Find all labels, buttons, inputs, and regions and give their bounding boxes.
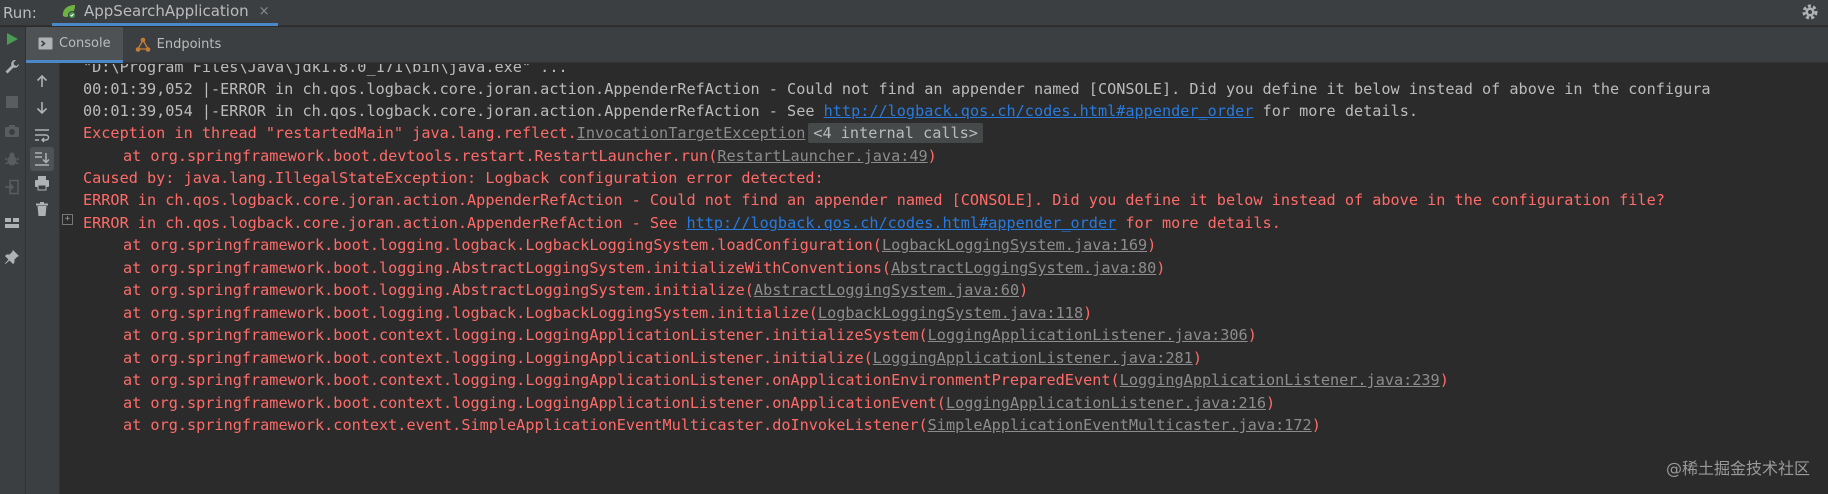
source-link[interactable]: AbstractLoggingSystem.java:60 [754, 281, 1019, 299]
run-tool-window: Run: AppSearchApplication × Console Endp… [0, 0, 1828, 494]
debug-button[interactable] [4, 151, 20, 167]
watermark: @稀土掘金技术社区 [1665, 459, 1810, 478]
tab-endpoints-label: Endpoints [156, 37, 222, 52]
source-link[interactable]: LogbackLoggingSystem.java:118 [818, 304, 1083, 322]
run-tab-appsearchapplication[interactable]: AppSearchApplication × [52, 0, 278, 26]
printer-icon [35, 176, 49, 191]
tab-console[interactable]: Console [26, 26, 123, 63]
stack-frame: at org.springframework.boot.context.logg… [123, 349, 1202, 367]
pin-tab-button[interactable] [4, 249, 20, 265]
exception-class-link[interactable]: InvocationTargetException [577, 124, 806, 142]
edit-configuration-button[interactable] [4, 59, 20, 75]
play-icon [7, 33, 18, 45]
tab-console-label: Console [59, 35, 111, 51]
run-label: Run: [3, 3, 37, 22]
console-icon [38, 37, 53, 49]
soft-wrap-button[interactable] [34, 127, 50, 143]
console-link[interactable]: http://logback.qos.ch/codes.html#appende… [686, 214, 1116, 232]
exit-icon [5, 179, 19, 195]
stack-frame: at org.springframework.boot.logging.Abst… [123, 259, 1166, 277]
stack-frame: at org.springframework.boot.context.logg… [123, 371, 1449, 389]
tab-endpoints[interactable]: Endpoints [123, 27, 234, 63]
endpoints-icon [135, 37, 150, 52]
internal-calls-fold[interactable]: <4 internal calls> [808, 123, 983, 143]
console-line-command: "D:\Program Files\Java\jdk1.8.0_171\bin\… [83, 64, 568, 76]
arrow-up-icon [36, 74, 48, 87]
up-button[interactable] [34, 73, 50, 89]
stop-button[interactable] [5, 95, 19, 109]
console-line-error1: ERROR in ch.qos.logback.core.joran.actio… [83, 191, 1665, 209]
wrap-icon [35, 129, 50, 143]
pin-icon [5, 250, 19, 264]
source-link[interactable]: AbstractLoggingSystem.java:80 [891, 259, 1156, 277]
spring-boot-icon [62, 5, 76, 19]
stack-frame: at org.springframework.boot.logging.logb… [123, 304, 1093, 322]
console-toolbar [26, 63, 60, 494]
source-link[interactable]: RestartLauncher.java:49 [717, 147, 927, 165]
dump-threads-button[interactable] [4, 123, 20, 139]
clear-all-button[interactable] [34, 201, 50, 217]
scroll-to-end-icon [35, 152, 50, 166]
source-link[interactable]: LoggingApplicationListener.java:306 [928, 326, 1248, 344]
console-line-caused-by: Caused by: java.lang.IllegalStateExcepti… [83, 169, 824, 187]
stack-frame: at org.springframework.boot.logging.logb… [123, 236, 1157, 254]
console-line-exception: Exception in thread "restartedMain" java… [83, 122, 983, 144]
source-link[interactable]: LogbackLoggingSystem.java:169 [882, 236, 1147, 254]
stack-frame: at org.springframework.context.event.Sim… [123, 416, 1321, 434]
layout-button[interactable] [4, 215, 20, 231]
run-subtabs: Console Endpoints [26, 26, 1828, 63]
gear-icon[interactable] [1800, 2, 1820, 22]
arrow-down-icon [36, 102, 48, 115]
console-line-frame: at org.springframework.boot.devtools.res… [123, 147, 937, 165]
down-button[interactable] [34, 100, 50, 116]
source-link[interactable]: LoggingApplicationListener.java:239 [1120, 371, 1440, 389]
stack-frame: at org.springframework.boot.logging.Abst… [123, 281, 1029, 299]
console-line-log1: 00:01:39,052 |-ERROR in ch.qos.logback.c… [83, 80, 1711, 98]
console-line-log2: 00:01:39,054 |-ERROR in ch.qos.logback.c… [83, 102, 1418, 120]
scroll-to-end-button[interactable] [30, 147, 54, 171]
run-tab-title: AppSearchApplication [84, 2, 249, 20]
run-header: Run: AppSearchApplication × [0, 0, 1828, 26]
source-link[interactable]: LoggingApplicationListener.java:216 [946, 394, 1266, 412]
stack-frame: at org.springframework.boot.context.logg… [123, 326, 1257, 344]
console-link[interactable]: http://logback.qos.ch/codes.html#appende… [824, 102, 1254, 120]
close-icon[interactable]: × [259, 4, 270, 19]
rerun-button[interactable] [4, 31, 20, 47]
print-button[interactable] [34, 175, 50, 191]
console-line-error2: ERROR in ch.qos.logback.core.joran.actio… [83, 214, 1281, 232]
layout-icon [5, 218, 19, 228]
stop-icon [6, 96, 18, 108]
trash-icon [36, 202, 48, 216]
run-actions-toolbar [0, 27, 26, 494]
console-output[interactable]: "D:\Program Files\Java\jdk1.8.0_171\bin\… [60, 64, 1828, 494]
source-link[interactable]: LoggingApplicationListener.java:281 [873, 349, 1193, 367]
source-link[interactable]: SimpleApplicationEventMulticaster.java:1… [928, 416, 1312, 434]
stack-frame: at org.springframework.boot.context.logg… [123, 394, 1276, 412]
camera-icon [5, 125, 19, 137]
wrench-icon [5, 60, 19, 74]
fold-toggle-icon[interactable]: + [62, 214, 73, 225]
bug-icon [5, 152, 19, 166]
exit-button[interactable] [4, 179, 20, 195]
